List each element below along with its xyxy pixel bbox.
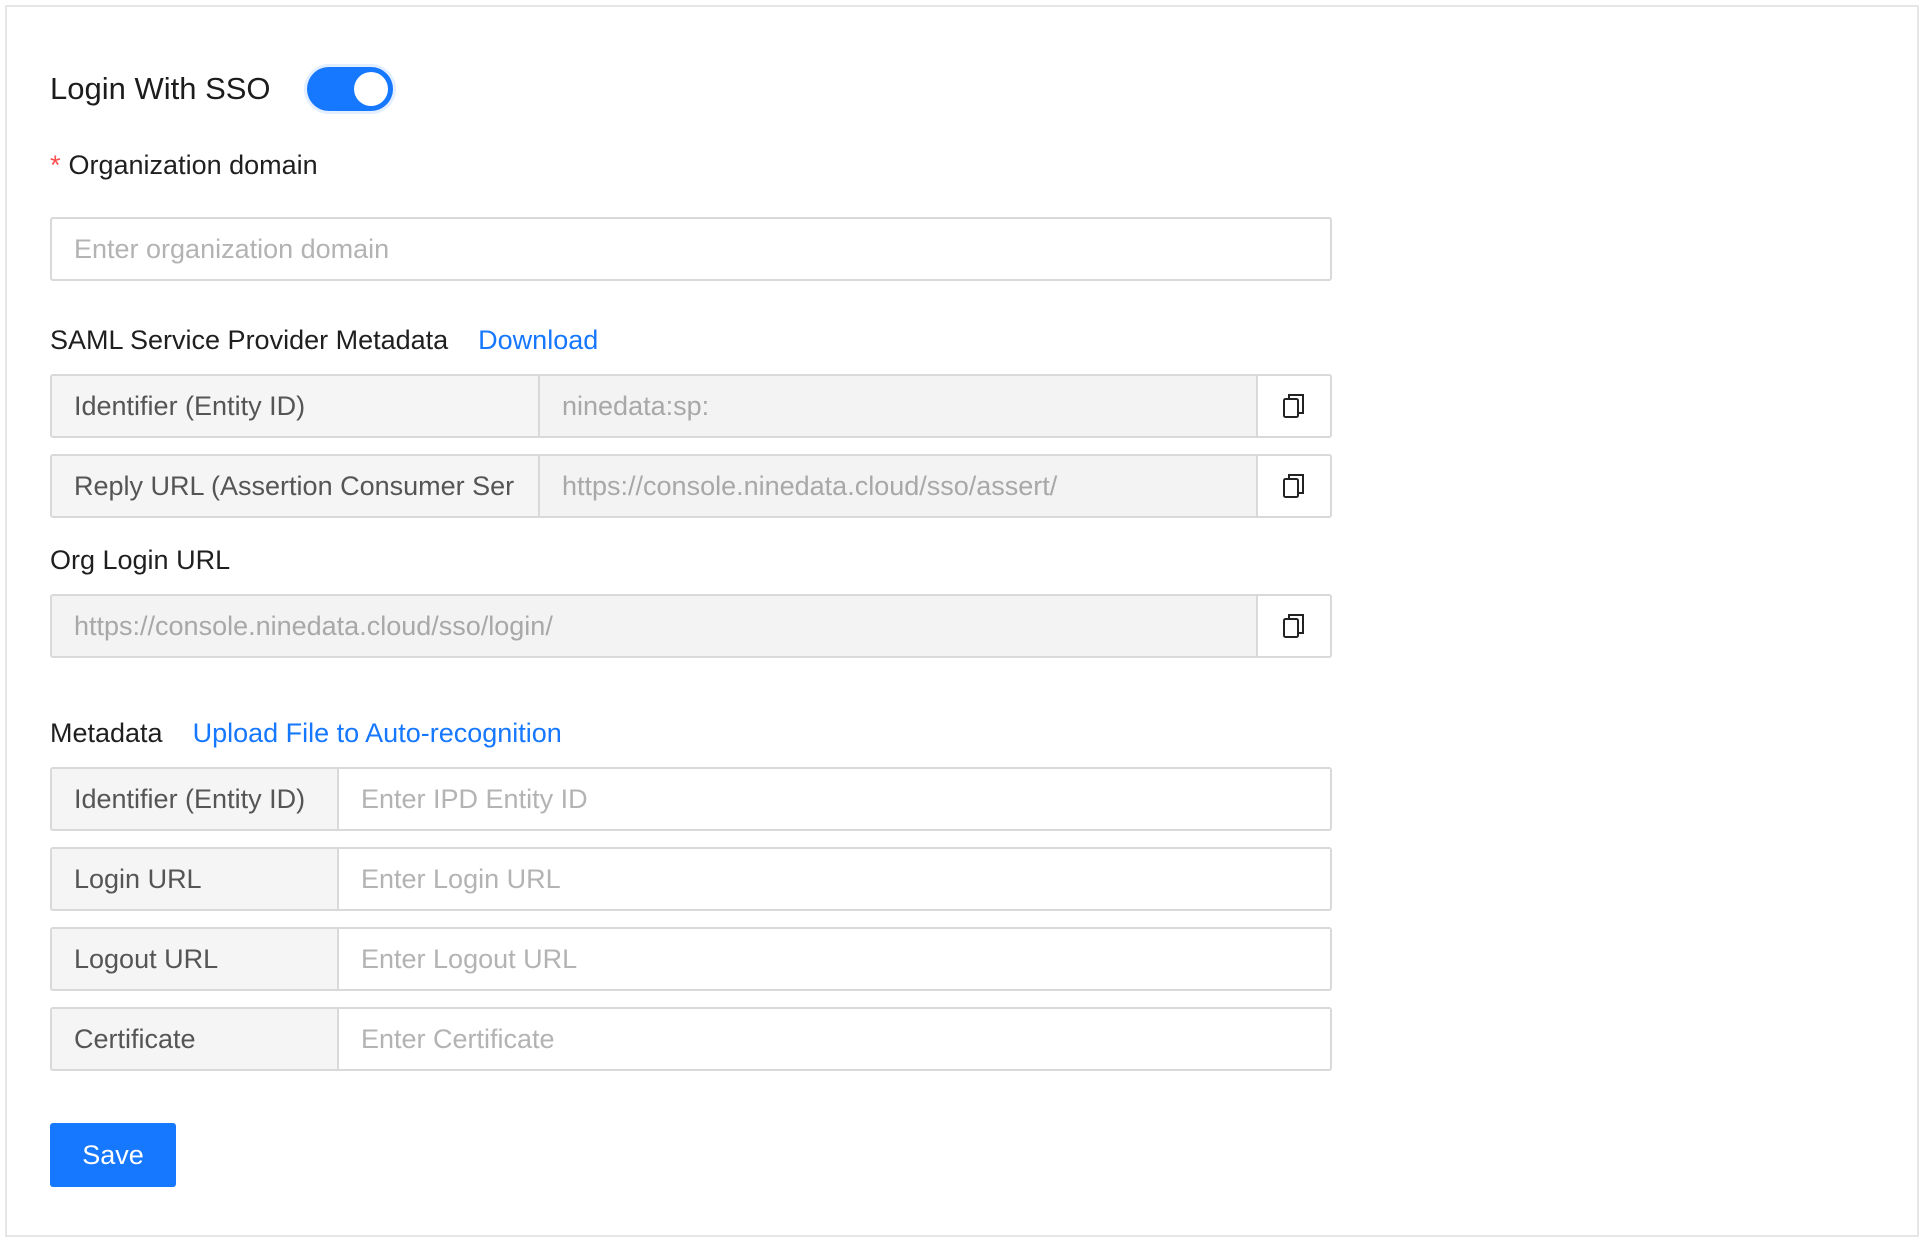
toggle-knob: [353, 72, 388, 106]
idp-entity-id-addon: Identifier (Entity ID): [52, 769, 339, 829]
save-button[interactable]: Save: [50, 1123, 176, 1187]
org-login-url-group: https://console.ninedata.cloud/sso/login…: [50, 594, 1332, 658]
copy-icon: [1283, 394, 1304, 418]
copy-reply-url-button[interactable]: [1256, 456, 1330, 516]
idp-logout-url-group: Logout URL: [50, 927, 1332, 991]
copy-org-login-url-button[interactable]: [1256, 596, 1330, 656]
sp-entity-id-addon: Identifier (Entity ID): [52, 376, 540, 436]
idp-certificate-input[interactable]: [339, 1009, 1330, 1069]
required-mark: *: [50, 150, 61, 180]
idp-logout-url-addon: Logout URL: [52, 929, 339, 989]
sp-reply-url-addon: Reply URL (Assertion Consumer Ser: [52, 456, 540, 516]
download-link[interactable]: Download: [478, 325, 598, 355]
sso-header: Login With SSO: [50, 67, 393, 111]
metadata-label: Metadata Upload File to Auto-recognition: [50, 718, 562, 749]
sso-title: Login With SSO: [50, 71, 271, 106]
idp-login-url-addon: Login URL: [52, 849, 339, 909]
idp-certificate-addon: Certificate: [52, 1009, 339, 1069]
idp-certificate-group: Certificate: [50, 1007, 1332, 1071]
sso-settings-card: Login With SSO *Organization domain SAML…: [5, 5, 1919, 1237]
saml-metadata-label-text: SAML Service Provider Metadata: [50, 325, 449, 355]
idp-entity-id-group: Identifier (Entity ID): [50, 767, 1332, 831]
copy-entity-id-button[interactable]: [1256, 376, 1330, 436]
copy-icon: [1283, 474, 1304, 498]
idp-login-url-input[interactable]: [339, 849, 1330, 909]
sp-reply-url-value: https://console.ninedata.cloud/sso/asser…: [540, 456, 1256, 516]
sp-entity-id-group: Identifier (Entity ID) ninedata:sp:: [50, 374, 1332, 438]
saml-metadata-label: SAML Service Provider Metadata Download: [50, 325, 598, 356]
org-login-url-label: Org Login URL: [50, 545, 231, 575]
org-domain-input[interactable]: [50, 217, 1332, 281]
idp-entity-id-input[interactable]: [339, 769, 1330, 829]
org-login-url-value: https://console.ninedata.cloud/sso/login…: [52, 596, 1256, 656]
upload-file-link[interactable]: Upload File to Auto-recognition: [193, 718, 562, 748]
org-domain-label: * Organization domain: [50, 150, 318, 181]
idp-logout-url-input[interactable]: [339, 929, 1330, 989]
copy-icon: [1283, 614, 1304, 638]
org-domain-label-text: Organization domain: [68, 150, 318, 180]
idp-login-url-group: Login URL: [50, 847, 1332, 911]
metadata-label-text: Metadata: [50, 718, 163, 748]
sso-toggle[interactable]: [306, 67, 393, 111]
sp-reply-url-group: Reply URL (Assertion Consumer Ser https:…: [50, 454, 1332, 518]
sp-entity-id-value: ninedata:sp:: [540, 376, 1256, 436]
